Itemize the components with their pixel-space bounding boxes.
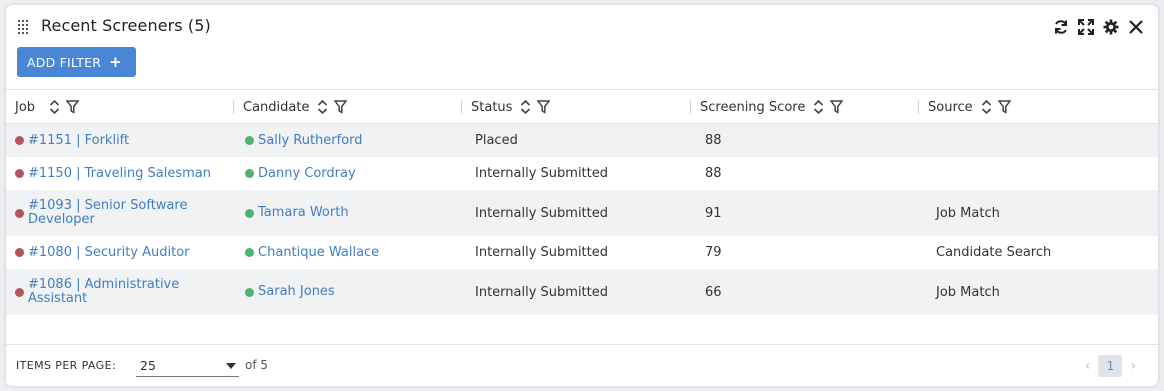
sort-icon[interactable] bbox=[317, 99, 328, 115]
chevron-left-icon[interactable]: ‹ bbox=[1085, 358, 1091, 374]
status-dot bbox=[245, 248, 254, 257]
status-cell: Placed bbox=[475, 133, 518, 148]
close-icon[interactable] bbox=[1127, 18, 1144, 35]
table-body: #1151 | Forklift Sally Rutherford Placed… bbox=[6, 124, 1158, 315]
pagination-footer: ITEMS PER PAGE: 25 of 5 ‹ 1 › bbox=[6, 344, 1158, 386]
candidate-link[interactable]: Chantique Wallace bbox=[258, 245, 379, 260]
column-divider bbox=[233, 100, 234, 114]
score-cell: 88 bbox=[705, 133, 722, 148]
source-cell: Job Match bbox=[936, 284, 1000, 300]
plus-icon: + bbox=[109, 52, 122, 71]
column-header-candidate: Candidate bbox=[233, 90, 348, 124]
source-cell: Job Match bbox=[936, 205, 1000, 221]
sort-icon[interactable] bbox=[520, 99, 531, 115]
status-dot bbox=[15, 169, 24, 178]
source-cell: Candidate Search bbox=[936, 245, 1052, 260]
status-cell: Internally Submitted bbox=[475, 166, 609, 181]
items-per-page-label: ITEMS PER PAGE: bbox=[16, 359, 117, 372]
column-divider bbox=[461, 100, 462, 114]
refresh-icon[interactable] bbox=[1052, 18, 1069, 35]
table-row: #1086 | Administrative Assistant Sarah J… bbox=[6, 269, 1158, 315]
status-cell: Internally Submitted bbox=[475, 205, 609, 221]
status-cell: Internally Submitted bbox=[475, 284, 609, 300]
items-per-page-select[interactable]: 25 bbox=[136, 355, 239, 377]
sort-icon[interactable] bbox=[49, 99, 60, 115]
page-number-button[interactable]: 1 bbox=[1098, 355, 1123, 377]
column-label: Job bbox=[15, 99, 36, 115]
status-cell: Internally Submitted bbox=[475, 245, 609, 260]
candidate-link[interactable]: Danny Cordray bbox=[258, 166, 356, 181]
table-row: #1080 | Security Auditor Chantique Walla… bbox=[6, 236, 1158, 269]
add-filter-label: ADD FILTER bbox=[27, 54, 102, 70]
table-row: #1093 | Senior Software Developer Tamara… bbox=[6, 190, 1158, 236]
filter-icon[interactable] bbox=[830, 100, 844, 114]
score-cell: 88 bbox=[705, 166, 722, 181]
filter-icon[interactable] bbox=[66, 100, 80, 114]
widget-title: Recent Screeners (5) bbox=[41, 16, 211, 35]
job-cell: #1093 | Senior Software Developer bbox=[15, 190, 215, 236]
job-cell: #1080 | Security Auditor bbox=[15, 236, 190, 269]
drag-handle-icon[interactable] bbox=[18, 20, 28, 35]
score-cell: 79 bbox=[705, 245, 722, 260]
candidate-cell: Danny Cordray bbox=[245, 157, 356, 190]
screeners-table: Job Candidate Status Screening Score Sou… bbox=[6, 89, 1158, 315]
recent-screeners-widget: Recent Screeners (5) ADD FILTER + Job Ca… bbox=[6, 5, 1158, 386]
candidate-cell: Tamara Worth bbox=[245, 190, 349, 236]
column-divider bbox=[918, 100, 919, 114]
chevron-right-icon[interactable]: › bbox=[1130, 358, 1136, 374]
status-dot bbox=[15, 248, 24, 257]
sort-icon[interactable] bbox=[813, 99, 824, 115]
table-row: #1150 | Traveling Salesman Danny Cordray… bbox=[6, 157, 1158, 190]
job-cell: #1086 | Administrative Assistant bbox=[15, 269, 215, 315]
column-divider bbox=[690, 100, 691, 114]
caret-down-icon bbox=[226, 363, 236, 369]
candidate-cell: Sally Rutherford bbox=[245, 124, 363, 157]
status-dot bbox=[245, 169, 254, 178]
candidate-link[interactable]: Sarah Jones bbox=[258, 285, 335, 299]
table-row: #1151 | Forklift Sally Rutherford Placed… bbox=[6, 124, 1158, 157]
status-dot bbox=[15, 208, 24, 218]
add-filter-button[interactable]: ADD FILTER + bbox=[17, 47, 136, 77]
column-header-source: Source bbox=[918, 90, 1011, 124]
widget-actions bbox=[1052, 18, 1144, 35]
candidate-link[interactable]: Sally Rutherford bbox=[258, 133, 363, 148]
status-dot bbox=[245, 136, 254, 145]
column-label: Screening Score bbox=[700, 99, 806, 115]
status-dot bbox=[15, 287, 24, 297]
score-cell: 91 bbox=[705, 205, 722, 221]
column-label: Status bbox=[471, 99, 513, 115]
score-cell: 66 bbox=[705, 284, 722, 300]
filter-icon[interactable] bbox=[537, 100, 551, 114]
job-link[interactable]: #1086 | Administrative Assistant bbox=[28, 278, 215, 306]
candidate-cell: Sarah Jones bbox=[245, 269, 335, 315]
gear-icon[interactable] bbox=[1102, 18, 1119, 35]
job-cell: #1151 | Forklift bbox=[15, 124, 129, 157]
sort-icon[interactable] bbox=[981, 99, 992, 115]
job-cell: #1150 | Traveling Salesman bbox=[15, 157, 211, 190]
job-link[interactable]: #1151 | Forklift bbox=[28, 133, 129, 148]
filter-icon[interactable] bbox=[334, 100, 348, 114]
column-label: Source bbox=[928, 99, 973, 115]
column-header-status: Status bbox=[461, 90, 551, 124]
column-header-job: Job bbox=[15, 90, 80, 124]
widget-header: Recent Screeners (5) ADD FILTER + bbox=[6, 5, 1158, 77]
expand-icon[interactable] bbox=[1077, 18, 1094, 35]
status-dot bbox=[245, 287, 254, 297]
status-dot bbox=[245, 208, 254, 218]
job-link[interactable]: #1080 | Security Auditor bbox=[28, 245, 190, 260]
candidate-cell: Chantique Wallace bbox=[245, 236, 379, 269]
candidate-link[interactable]: Tamara Worth bbox=[258, 206, 349, 220]
filter-icon[interactable] bbox=[997, 100, 1011, 114]
job-link[interactable]: #1093 | Senior Software Developer bbox=[28, 199, 215, 227]
items-per-page-value: 25 bbox=[140, 358, 156, 373]
table-header: Job Candidate Status Screening Score Sou… bbox=[6, 90, 1158, 124]
column-header-screening-score: Screening Score bbox=[690, 90, 844, 124]
status-dot bbox=[15, 136, 24, 145]
page-count: of 5 bbox=[245, 358, 269, 372]
job-link[interactable]: #1150 | Traveling Salesman bbox=[28, 166, 211, 181]
column-label: Candidate bbox=[243, 99, 310, 115]
pager: ‹ 1 › bbox=[1085, 355, 1136, 377]
